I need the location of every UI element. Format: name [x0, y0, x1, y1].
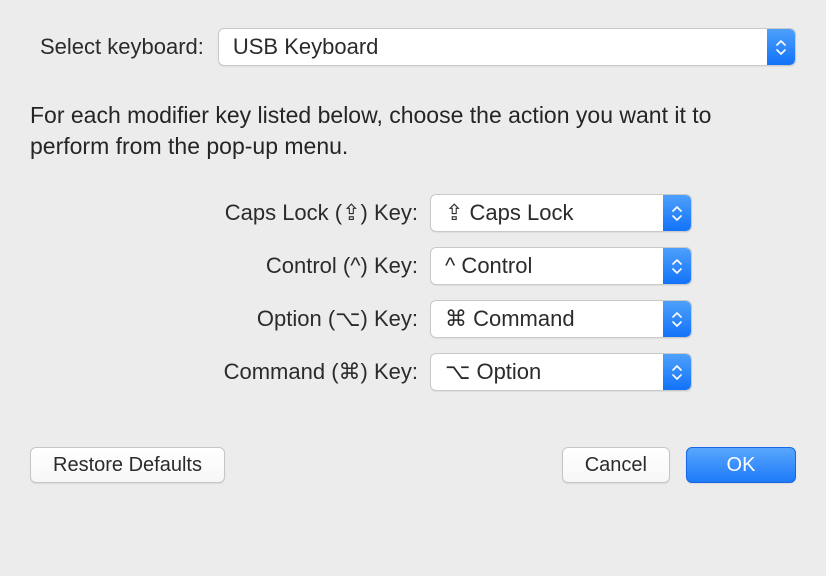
select-keyboard-label: Select keyboard: [40, 34, 204, 60]
dropdown-stepper-icon [663, 195, 691, 231]
modifier-keys-dialog: Select keyboard: USB Keyboard For each m… [0, 0, 826, 513]
row-command-label: Command (⌘) Key: [30, 359, 430, 385]
select-keyboard-value: USB Keyboard [233, 34, 379, 59]
row-command: Command (⌘) Key: ⌥ Option [30, 353, 796, 391]
instruction-text: For each modifier key listed below, choo… [30, 100, 796, 162]
restore-defaults-button[interactable]: Restore Defaults [30, 447, 225, 483]
option-value: ⌘ Command [445, 306, 575, 331]
option-dropdown[interactable]: ⌘ Command [430, 300, 692, 338]
dropdown-stepper-icon [663, 301, 691, 337]
command-value: ⌥ Option [445, 359, 541, 384]
select-keyboard-dropdown[interactable]: USB Keyboard [218, 28, 796, 66]
row-caps-lock-label: Caps Lock (⇪) Key: [30, 200, 430, 226]
select-keyboard-row: Select keyboard: USB Keyboard [30, 28, 796, 66]
row-caps-lock: Caps Lock (⇪) Key: ⇪ Caps Lock [30, 194, 796, 232]
button-bar: Restore Defaults Cancel OK [30, 447, 796, 483]
modifier-rows: Caps Lock (⇪) Key: ⇪ Caps Lock Control (… [30, 194, 796, 391]
caps-lock-dropdown[interactable]: ⇪ Caps Lock [430, 194, 692, 232]
control-value: ^ Control [445, 253, 532, 278]
row-option-label: Option (⌥) Key: [30, 306, 430, 332]
row-control-label: Control (^) Key: [30, 253, 430, 279]
caps-lock-value: ⇪ Caps Lock [445, 200, 574, 225]
command-dropdown[interactable]: ⌥ Option [430, 353, 692, 391]
cancel-button[interactable]: Cancel [562, 447, 670, 483]
row-option: Option (⌥) Key: ⌘ Command [30, 300, 796, 338]
dropdown-stepper-icon [767, 29, 795, 65]
control-dropdown[interactable]: ^ Control [430, 247, 692, 285]
row-control: Control (^) Key: ^ Control [30, 247, 796, 285]
dropdown-stepper-icon [663, 248, 691, 284]
ok-button[interactable]: OK [686, 447, 796, 483]
dropdown-stepper-icon [663, 354, 691, 390]
